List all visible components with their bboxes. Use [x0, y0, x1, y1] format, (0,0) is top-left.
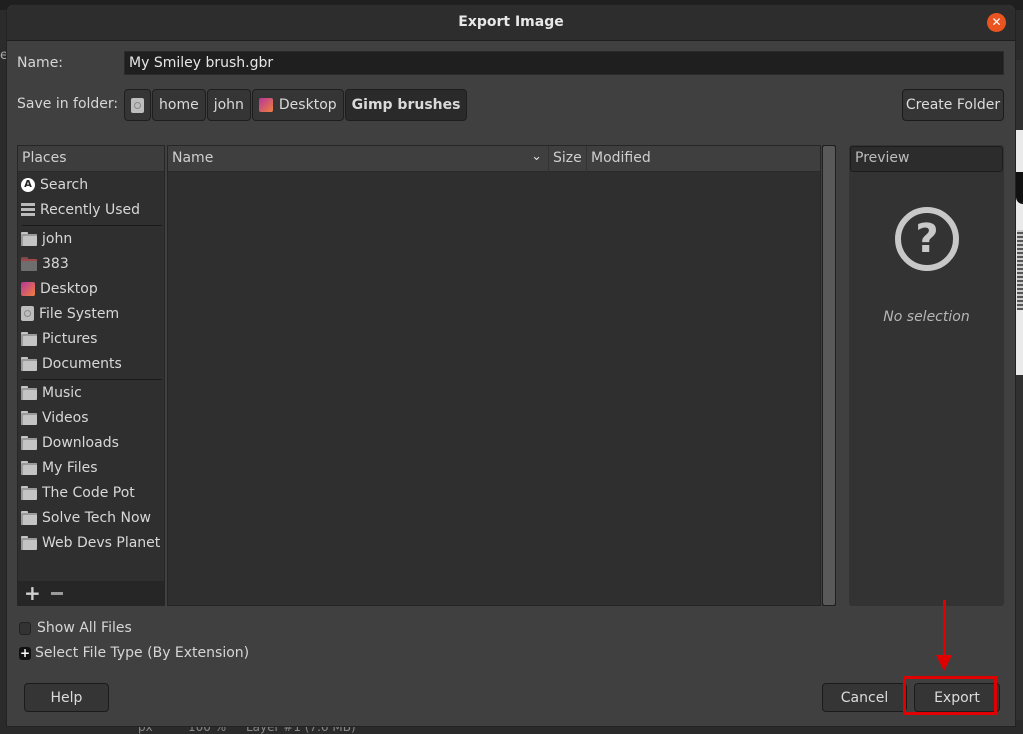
folder-icon [21, 231, 37, 246]
folder-icon [21, 510, 37, 525]
place-desktop[interactable]: Desktop [18, 276, 164, 301]
places-toolbar: + [18, 581, 164, 605]
show-all-files-checkbox[interactable]: Show All Files [19, 620, 132, 636]
column-label: Modified [591, 150, 651, 166]
place-label: john [42, 230, 73, 247]
remove-bookmark-button[interactable] [50, 591, 63, 595]
column-label: Size [553, 150, 582, 166]
place-label: Solve Tech Now [42, 509, 151, 526]
folder-icon [21, 331, 37, 346]
place-pictures[interactable]: Pictures [18, 326, 164, 351]
no-selection-text: No selection [883, 309, 970, 325]
breadcrumb-root[interactable] [124, 89, 151, 121]
column-label: Name [172, 150, 214, 166]
export-image-dialog: Export Image ✕ Name: Save in folder: hom… [6, 4, 1016, 727]
search-icon: A [21, 177, 35, 192]
place-file-system[interactable]: File System [18, 301, 164, 326]
folder-icon [21, 460, 37, 475]
column-modified[interactable]: Modified [587, 146, 820, 172]
file-list-header: Name ⌄ Size Modified [168, 146, 820, 172]
place-label: 383 [42, 255, 69, 272]
place-label: Pictures [42, 330, 98, 347]
name-label: Name: [17, 55, 64, 71]
breadcrumb-home[interactable]: home [152, 89, 206, 121]
file-name-input[interactable] [124, 51, 1004, 75]
breadcrumb-label: john [213, 97, 244, 113]
place-label: Music [42, 384, 82, 401]
checkbox-label: Show All Files [37, 620, 132, 636]
dialog-title: Export Image [458, 14, 564, 30]
filesystem-icon [21, 306, 34, 321]
add-bookmark-button[interactable]: + [24, 583, 41, 603]
place-label: Recently Used [40, 201, 141, 218]
expand-plus-icon: + [19, 645, 31, 660]
breadcrumb-label: home [159, 97, 199, 113]
place-recently-used[interactable]: Recently Used [18, 197, 164, 222]
place-label: Search [40, 176, 89, 193]
expander-label: Select File Type (By Extension) [35, 645, 250, 661]
place-music[interactable]: Music [18, 380, 164, 405]
place-label: Documents [42, 355, 122, 372]
place-label: Web Devs Planet [42, 534, 161, 551]
breadcrumb-label: Gimp brushes [351, 97, 461, 113]
save-in-folder-label: Save in folder: [17, 96, 119, 112]
preview-pane: Preview ? No selection [849, 145, 1004, 606]
places-header: Places [18, 146, 164, 172]
filesystem-icon [131, 97, 144, 113]
folder-icon [21, 435, 37, 450]
place-label: My Files [42, 459, 98, 476]
close-button[interactable]: ✕ [987, 13, 1006, 32]
place-search[interactable]: A Search [18, 172, 164, 197]
place-label: Desktop [40, 280, 98, 297]
recent-icon [21, 202, 35, 217]
cancel-button[interactable]: Cancel [822, 683, 907, 712]
column-name[interactable]: Name ⌄ [168, 146, 549, 172]
chevron-down-icon: ⌄ [531, 149, 542, 164]
desktop-icon [258, 98, 273, 112]
place-downloads[interactable]: Downloads [18, 430, 164, 455]
places-sidebar: Places A Search Recently Used john 383 De… [17, 145, 165, 606]
breadcrumb-desktop[interactable]: Desktop [251, 89, 344, 121]
place-web-devs-planet[interactable]: Web Devs Planet [18, 530, 164, 555]
place-label: The Code Pot [42, 484, 135, 501]
folder-icon [21, 385, 37, 400]
place-john[interactable]: john [18, 226, 164, 251]
checkbox[interactable] [19, 621, 31, 635]
column-size[interactable]: Size [549, 146, 587, 172]
place-label: Downloads [42, 434, 119, 451]
place-documents[interactable]: Documents [18, 351, 164, 376]
select-file-type-expander[interactable]: + Select File Type (By Extension) [19, 645, 249, 661]
breadcrumb-gimp-brushes[interactable]: Gimp brushes [344, 89, 468, 121]
folder-icon [21, 535, 37, 550]
place-label: Videos [42, 409, 89, 426]
folder-icon [21, 356, 37, 371]
file-list[interactable]: Name ⌄ Size Modified [167, 145, 821, 606]
background-canvas [1016, 130, 1023, 375]
dialog-titlebar: Export Image ✕ [7, 5, 1015, 41]
folder-icon [21, 485, 37, 500]
breadcrumb-label: Desktop [278, 97, 337, 113]
preview-header: Preview [850, 146, 1003, 172]
file-list-scrollbar[interactable] [822, 145, 836, 606]
help-button[interactable]: Help [24, 683, 109, 712]
breadcrumb-john[interactable]: john [206, 89, 251, 121]
place-my-files[interactable]: My Files [18, 455, 164, 480]
place-label: File System [39, 305, 120, 322]
folder-icon [21, 410, 37, 425]
folder-icon [21, 256, 37, 271]
place-the-code-pot[interactable]: The Code Pot [18, 480, 164, 505]
create-folder-button[interactable]: Create Folder [902, 89, 1004, 121]
breadcrumb: home john Desktop Gimp brushes [124, 89, 468, 121]
desktop-icon [21, 281, 35, 296]
question-icon: ? [895, 207, 959, 271]
place-videos[interactable]: Videos [18, 405, 164, 430]
export-button[interactable]: Export [914, 683, 1000, 712]
scrollbar-thumb[interactable] [823, 146, 835, 605]
place-solve-tech-now[interactable]: Solve Tech Now [18, 505, 164, 530]
close-icon: ✕ [991, 15, 1002, 29]
place-383[interactable]: 383 [18, 251, 164, 276]
